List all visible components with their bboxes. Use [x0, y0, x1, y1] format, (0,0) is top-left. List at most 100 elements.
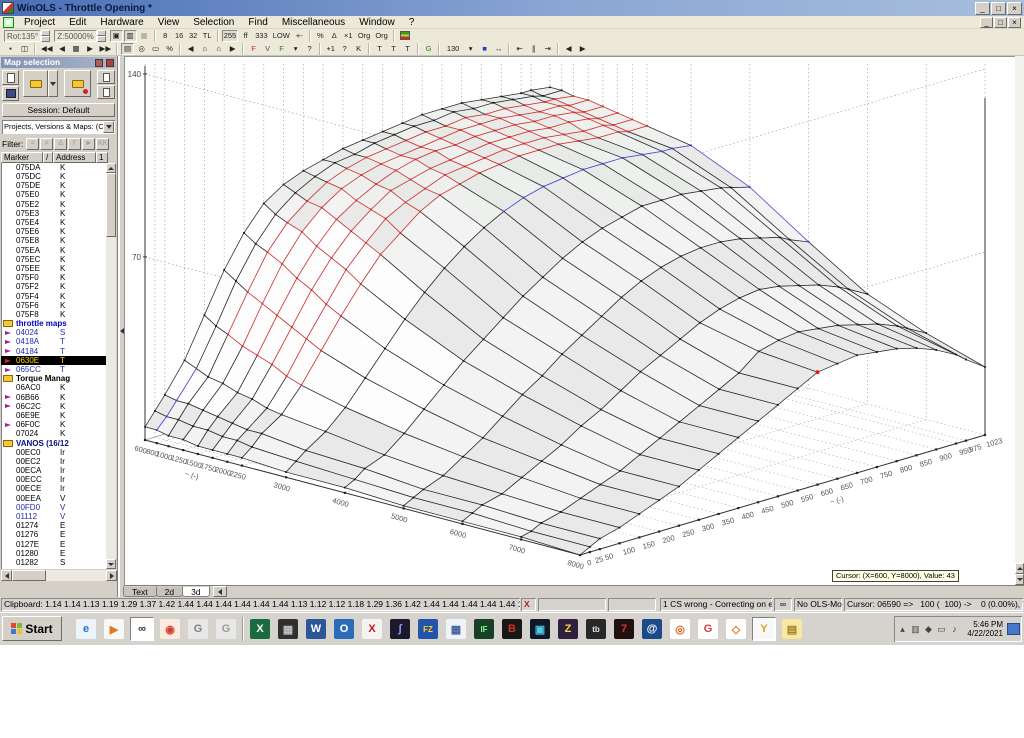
- what-is-this-button[interactable]: ?: [338, 42, 352, 55]
- list-header-address[interactable]: Address: [53, 152, 96, 163]
- next-map-button[interactable]: ▶: [226, 42, 240, 55]
- maximize-button[interactable]: □: [991, 1, 1006, 15]
- marker-f-button[interactable]: F: [247, 42, 261, 55]
- tray-update-icon[interactable]: ◆: [923, 624, 934, 635]
- open-project-dropdown[interactable]: [48, 70, 58, 97]
- cube-3d-icon[interactable]: ◇: [724, 617, 748, 641]
- child-window-icon[interactable]: [3, 16, 14, 28]
- map-address-row[interactable]: 075E0 K: [1, 190, 108, 200]
- zoom-preset-dropdown-button[interactable]: ▾: [464, 42, 478, 55]
- map-address-row[interactable]: 00ECE Ir: [1, 484, 108, 494]
- project-properties-button[interactable]: ▪: [4, 42, 17, 55]
- session-button[interactable]: Session: Default: [2, 103, 115, 117]
- last-version-button[interactable]: ▶▶: [97, 42, 114, 55]
- hexdump-home-button[interactable]: ⌂: [212, 42, 226, 55]
- tray-volume-icon[interactable]: ♪: [949, 624, 960, 635]
- winols-taskbar-icon[interactable]: ∞: [130, 617, 154, 641]
- map-address-row[interactable]: 00FD0 V: [1, 503, 108, 512]
- map-address-row[interactable]: 07024 K: [1, 429, 108, 438]
- tab-2d[interactable]: 2d: [155, 586, 184, 597]
- view-value-button[interactable]: 333: [253, 29, 270, 42]
- zap-tool-icon[interactable]: Z: [556, 617, 580, 641]
- map-address-row[interactable]: 075EA K: [1, 246, 108, 255]
- insert-column-button[interactable]: +1: [324, 42, 338, 55]
- explorer-folder-icon[interactable]: ▤: [780, 617, 804, 641]
- map-address-row[interactable]: 075E3 K: [1, 209, 108, 218]
- add-map-button[interactable]: [97, 70, 115, 84]
- new-project-button[interactable]: [2, 70, 19, 85]
- tb-icon[interactable]: tb: [584, 617, 608, 641]
- tab-text[interactable]: Text: [123, 586, 157, 597]
- map-scroll-down-icon[interactable]: [1015, 574, 1024, 585]
- tab-scroll-left-icon[interactable]: [212, 586, 227, 597]
- scroll-map-right-button[interactable]: ▶: [576, 42, 590, 55]
- hardware-tool-2-button[interactable]: T: [387, 42, 401, 55]
- view-hex-button[interactable]: ff: [239, 29, 253, 42]
- ring-app-icon[interactable]: ◎: [668, 617, 692, 641]
- bits-float-button[interactable]: TL: [200, 29, 214, 42]
- hexdump-up-button[interactable]: ⌂: [198, 42, 212, 55]
- bits-8-button[interactable]: 8: [158, 29, 172, 42]
- view-factor-button[interactable]: ×1: [341, 29, 355, 42]
- align-right-button[interactable]: ⇥: [541, 42, 555, 55]
- g-app-icon[interactable]: G: [696, 617, 720, 641]
- map-address-row[interactable]: 06E9E K: [1, 411, 108, 420]
- show-desktop-icon[interactable]: [1007, 623, 1020, 635]
- map-folder-row[interactable]: VANOS (16/12: [1, 439, 108, 448]
- map-frame-button[interactable]: ▭: [149, 42, 163, 55]
- word-icon[interactable]: W: [304, 617, 328, 641]
- menu-view[interactable]: View: [151, 16, 187, 29]
- map-address-row[interactable]: 00ECC Ir: [1, 475, 108, 484]
- hardware-tool-3-button[interactable]: T: [401, 42, 415, 55]
- thunderbird-icon[interactable]: @: [640, 617, 664, 641]
- version-overview-button[interactable]: ▦: [69, 42, 83, 55]
- map-address-row[interactable]: 06AC0 K: [1, 383, 108, 393]
- hscrollbar-thumb[interactable]: [12, 570, 46, 581]
- panel-close-button[interactable]: [106, 59, 114, 67]
- menu-miscellaneous[interactable]: Miscellaneous: [275, 16, 352, 29]
- marker-v-button[interactable]: V: [261, 42, 275, 55]
- child-minimize-button[interactable]: _: [980, 17, 993, 28]
- map-address-row[interactable]: 01280 E: [1, 549, 108, 558]
- menu-selection[interactable]: Selection: [186, 16, 241, 29]
- bits-32-button[interactable]: 32: [186, 29, 200, 42]
- chip-icon[interactable]: ▦: [276, 617, 300, 641]
- bits-16-button[interactable]: 16: [172, 29, 186, 42]
- map-address-row[interactable]: 01276 E: [1, 530, 108, 540]
- menu-find[interactable]: Find: [241, 16, 274, 29]
- seven-zip-icon[interactable]: 7: [612, 617, 636, 641]
- filezilla-icon[interactable]: FZ: [416, 617, 440, 641]
- map-address-row[interactable]: 06F0C K: [1, 420, 108, 429]
- map-address-row[interactable]: 00EC2 Ir: [1, 457, 108, 466]
- b-tool-icon[interactable]: B: [500, 617, 524, 641]
- map-scroll-up-icon[interactable]: [1015, 563, 1024, 574]
- color-scale-button[interactable]: [397, 29, 412, 42]
- math-tool-icon[interactable]: ∫: [388, 617, 412, 641]
- start-button[interactable]: Start: [2, 616, 62, 641]
- hardware-tool-1-button[interactable]: T: [373, 42, 387, 55]
- map-selection-toggle-button[interactable]: ▤: [121, 42, 135, 55]
- list-header-marker[interactable]: Marker: [1, 152, 43, 163]
- view-org-version-button[interactable]: Org: [373, 29, 390, 42]
- filter-button-1[interactable]: =: [26, 137, 40, 150]
- flash-tool-icon[interactable]: IF: [472, 617, 496, 641]
- internet-explorer-icon[interactable]: e: [74, 617, 98, 641]
- map-address-row[interactable]: 00EEA V: [1, 494, 108, 503]
- view-original-button[interactable]: Org: [355, 29, 373, 42]
- map-address-row[interactable]: 01282 S: [1, 558, 108, 567]
- align-left-button[interactable]: ⇤: [513, 42, 527, 55]
- first-version-button[interactable]: ◀◀: [39, 42, 55, 55]
- zoom-preset-button[interactable]: 130: [443, 42, 464, 55]
- excel-icon[interactable]: X: [248, 617, 272, 641]
- map-address-row[interactable]: 075E2 K: [1, 200, 108, 209]
- next-version-button[interactable]: ▶: [83, 42, 97, 55]
- list-horizontal-scrollbar[interactable]: [1, 570, 117, 581]
- view-difference-button[interactable]: Δ: [327, 29, 341, 42]
- zoom-down-icon[interactable]: [96, 35, 106, 42]
- map-address-row[interactable]: 06B66 K: [1, 393, 108, 402]
- filter-button-2[interactable]: ≠: [40, 137, 54, 150]
- project-windows-button[interactable]: ◫: [18, 42, 31, 55]
- child-close-button[interactable]: ×: [1008, 17, 1021, 28]
- map-address-row[interactable]: 075EE K: [1, 264, 108, 273]
- scroll-up-icon[interactable]: [106, 163, 116, 173]
